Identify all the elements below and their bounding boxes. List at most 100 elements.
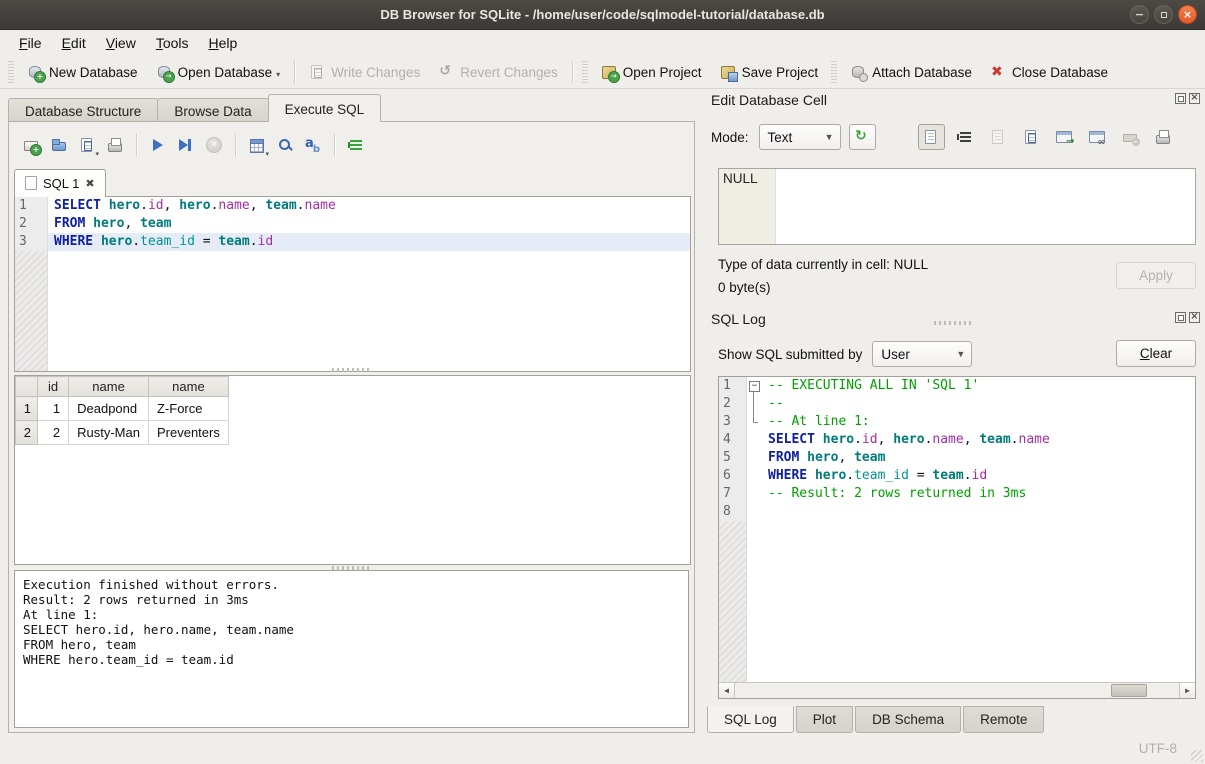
cell[interactable]: Rusty-Man [69,421,149,445]
execute-current-line-button[interactable] [174,133,198,157]
close-button[interactable]: × [1178,5,1197,24]
print-cell-icon[interactable] [1155,129,1171,145]
resize-grip[interactable] [1191,750,1203,762]
code-text: -- EXECUTING ALL IN 'SQL 1' [762,377,1195,395]
code-line[interactable]: 3WHERE hero.team_id = team.id [15,233,690,251]
tab-plot[interactable]: Plot [796,706,853,733]
open-project-icon [601,64,617,80]
open-database-button[interactable]: Open Database ▾ [147,60,290,84]
scrollbar-thumb[interactable] [1111,684,1147,697]
sql-log-view[interactable]: 1-- EXECUTING ALL IN 'SQL 1'2--3-- At li… [718,376,1196,699]
code-line[interactable]: 1SELECT hero.id, hero.name, team.name [15,197,690,215]
row-number[interactable]: 2 [16,421,38,445]
new-sql-tab-button[interactable] [19,133,43,157]
code-line[interactable]: 6WHERE hero.team_id = team.id [719,467,1195,485]
toolbar-drag-handle[interactable] [582,61,588,83]
editor-empty-area[interactable] [719,521,1195,682]
fold-marker[interactable] [747,377,762,395]
dock-splitter-handle[interactable] [934,321,974,325]
tab-browse-data[interactable]: Browse Data [157,98,268,122]
float-dock-icon[interactable] [1175,312,1186,323]
close-dock-icon[interactable] [1189,312,1200,323]
mode-select[interactable]: Text ▼ [759,124,841,150]
editor-empty-area[interactable] [15,251,690,371]
code-line[interactable]: 5FROM hero, team [719,449,1195,467]
clear-log-button[interactable]: Clear [1116,340,1196,367]
cell[interactable]: Preventers [148,421,228,445]
revert-changes-icon [438,64,454,80]
toolbar-drag-handle[interactable] [8,61,14,83]
row-number[interactable]: 1 [16,397,38,421]
cell[interactable]: Z-Force [148,397,228,421]
open-in-external-icon[interactable]: → [1056,129,1072,145]
new-database-button[interactable]: New Database [18,60,147,84]
horizontal-scrollbar[interactable]: ◀ ▶ [719,682,1195,698]
open-sql-file-button[interactable] [47,133,71,157]
auto-completion-button[interactable] [301,133,325,157]
tab-sql-log[interactable]: SQL Log [707,706,794,733]
code-line[interactable]: 7-- Result: 2 rows returned in 3ms [719,485,1195,503]
column-header[interactable]: id [38,377,69,397]
save-results-menu-arrow[interactable]: ▾ [265,150,269,158]
save-sql-file-button[interactable]: ▾ [75,133,99,157]
right-pane: Edit Database Cell Mode: Text ▼ [703,89,1205,733]
tab-execute-sql[interactable]: Execute SQL [268,94,382,122]
results-grid[interactable]: idnamename 11DeadpondZ-Force22Rusty-ManP… [14,375,691,565]
word-wrap-icon[interactable] [957,129,973,145]
copy-link-icon[interactable]: ∞ [1089,129,1105,145]
tab-db-schema[interactable]: DB Schema [855,706,961,733]
menu-edit[interactable]: Edit [53,32,95,54]
code-line[interactable]: 8 [719,503,1195,521]
scroll-right-arrow[interactable]: ▶ [1179,683,1195,698]
save-results-button[interactable]: ▾ [245,133,269,157]
attach-database-button[interactable]: Attach Database [841,60,981,84]
find-replace-button[interactable] [273,133,297,157]
cell[interactable]: 1 [38,397,69,421]
menu-help[interactable]: Help [200,32,247,54]
tab-remote[interactable]: Remote [963,706,1044,733]
toolbar-drag-handle[interactable] [831,61,837,83]
format-sql-button[interactable] [344,133,368,157]
cell-value-editor[interactable]: NULL [718,168,1196,245]
toolbar-separator [136,134,137,156]
open-database-menu-arrow[interactable]: ▾ [276,70,280,80]
code-line[interactable]: 1-- EXECUTING ALL IN 'SQL 1' [719,377,1195,395]
corner-header[interactable] [16,377,38,397]
titlebar[interactable]: DB Browser for SQLite - /home/user/code/… [0,0,1205,30]
execute-all-button[interactable] [146,133,170,157]
menu-tools[interactable]: Tools [147,32,198,54]
auto-switch-mode-button[interactable] [849,124,876,150]
close-database-button[interactable]: Close Database [981,60,1117,84]
splitter-handle[interactable] [332,368,372,372]
save-sql-menu-arrow[interactable]: ▾ [95,150,99,158]
sql-document-tab[interactable]: SQL 1 ✖ [14,169,106,197]
save-as-icon[interactable] [1023,129,1039,145]
cell[interactable]: 2 [38,421,69,445]
code-line[interactable]: 2FROM hero, team [15,215,690,233]
revert-changes-button: Revert Changes [429,60,567,84]
close-sql-tab-icon[interactable]: ✖ [85,177,94,190]
tab-database-structure[interactable]: Database Structure [8,98,158,122]
maximize-button[interactable] [1154,5,1173,24]
menu-file[interactable]: File [10,32,51,54]
cell[interactable]: Deadpond [69,397,149,421]
save-project-button[interactable]: Save Project [711,60,828,84]
code-text: FROM hero, team [48,215,690,233]
close-dock-icon[interactable] [1189,93,1200,104]
column-header[interactable]: name [69,377,149,397]
code-line[interactable]: 2-- [719,395,1195,413]
text-document-button[interactable] [918,124,945,150]
minimize-button[interactable]: − [1130,5,1149,24]
code-line[interactable]: 3-- At line 1: [719,413,1195,431]
submitter-select[interactable]: User ▼ [872,341,972,367]
open-project-button[interactable]: Open Project [592,60,711,84]
float-dock-icon[interactable] [1175,93,1186,104]
scroll-left-arrow[interactable]: ◀ [719,683,735,698]
menu-view[interactable]: View [97,32,145,54]
scrollbar-track[interactable] [735,683,1179,698]
encoding-indicator[interactable]: UTF-8 [1139,741,1177,756]
code-line[interactable]: 4SELECT hero.id, hero.name, team.name [719,431,1195,449]
sql-editor[interactable]: 1SELECT hero.id, hero.name, team.name2FR… [14,196,691,372]
column-header[interactable]: name [148,377,228,397]
print-sql-button[interactable] [103,133,127,157]
